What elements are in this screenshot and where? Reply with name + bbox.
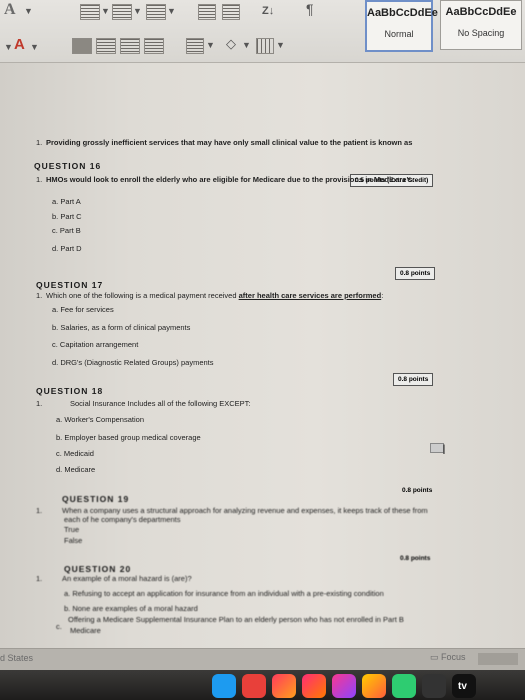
answer-option[interactable]: b. Salaries, as a form of clinical payme… (52, 323, 190, 332)
status-bar: d States ▭ Focus (0, 648, 525, 671)
answer-option[interactable]: c. Capitation arrangement (52, 340, 138, 349)
chevron-down-icon[interactable]: ▼ (30, 42, 39, 52)
borders-icon[interactable] (256, 38, 274, 54)
style-name: Normal (384, 29, 414, 39)
question-text: Providing grossly inefficient services t… (46, 138, 413, 147)
question-text: An example of a moral hazard is (are)? (62, 574, 192, 583)
shading-icon[interactable]: ◇ (226, 37, 236, 50)
item-number: 1. (36, 291, 43, 300)
bullets-icon[interactable] (80, 4, 100, 20)
question-heading: QUESTION 16 (34, 161, 102, 171)
answer-option[interactable]: Offering a Medicare Supplemental Insuran… (68, 615, 404, 624)
points-badge: 0.8 points (402, 487, 433, 494)
answer-option[interactable]: d. Medicare (56, 465, 95, 474)
app-icon[interactable] (212, 674, 236, 698)
question-text: When a company uses a structural approac… (62, 506, 428, 515)
app-icon[interactable] (422, 674, 446, 698)
chevron-down-icon[interactable]: ▼ (24, 6, 33, 16)
item-number: 1. (36, 138, 43, 147)
align-left-icon[interactable] (72, 38, 92, 54)
chevron-down-icon[interactable]: ▼ (133, 6, 142, 16)
app-icon[interactable] (272, 674, 296, 698)
font-color-icon[interactable]: A (14, 36, 25, 53)
numbering-icon[interactable] (112, 4, 132, 20)
answer-option-label: c. (56, 622, 62, 631)
app-icon[interactable] (332, 674, 356, 698)
sort-icon[interactable]: Z↓ (262, 5, 274, 17)
focus-button[interactable]: ▭ Focus (430, 652, 466, 663)
document-page[interactable]: 1. Providing grossly inefficient service… (0, 63, 525, 648)
app-icon[interactable] (242, 674, 266, 698)
answer-option[interactable]: a. Worker's Compensation (56, 415, 144, 424)
align-center-icon[interactable] (96, 38, 116, 54)
item-number: 1. (36, 175, 43, 184)
view-buttons[interactable] (478, 653, 518, 665)
answer-option[interactable]: a. Fee for services (52, 305, 114, 314)
points-badge: 0.8 points (400, 555, 431, 562)
question-text-line2: each of he company's departments (64, 515, 181, 524)
answer-option[interactable]: True (64, 525, 79, 534)
question-text: Social Insurance Includes all of the fol… (70, 399, 251, 408)
line-spacing-icon[interactable] (186, 38, 204, 54)
language-status[interactable]: d States (0, 653, 33, 663)
chevron-down-icon[interactable]: ▼ (4, 42, 13, 52)
points-badge: 0.8 points (393, 373, 434, 386)
question-text-emphasis: after health care services are performed (238, 291, 382, 300)
style-normal[interactable]: AaBbCcDdEe Normal (365, 0, 438, 52)
answer-option[interactable]: False (64, 536, 82, 545)
focus-icon: ▭ (430, 652, 439, 662)
question-text: Which one of the following is a medical … (46, 291, 383, 300)
answer-option-line2: Medicare (70, 626, 101, 635)
answer-option[interactable]: b. None are examples of a moral hazard (64, 604, 198, 613)
pilcrow-icon[interactable]: ¶ (306, 2, 314, 16)
item-number: 1. (36, 574, 43, 583)
question-heading: QUESTION 20 (64, 564, 132, 574)
style-sample: AaBbCcDdEe (445, 6, 517, 18)
app-icon[interactable] (392, 674, 416, 698)
style-no-spacing[interactable]: AaBbCcDdEe No Spacing (440, 0, 522, 50)
focus-label: Focus (441, 652, 466, 662)
text-cursor-icon: I (442, 441, 446, 457)
answer-option[interactable]: c. Part B (52, 226, 81, 235)
chevron-down-icon[interactable]: ▼ (206, 40, 215, 50)
answer-option[interactable]: d. DRG's (Diagnostic Related Groups) pay… (52, 358, 214, 367)
dock: tv (0, 670, 525, 700)
answer-option[interactable]: b. Employer based group medical coverage (56, 433, 201, 442)
tv-label: tv (458, 681, 467, 692)
question-text: HMOs would look to enroll the elderly wh… (46, 175, 415, 184)
points-badge: 0.8 points (395, 267, 436, 280)
answer-option[interactable]: a. Part A (52, 197, 81, 206)
chevron-down-icon[interactable]: ▼ (101, 6, 110, 16)
app-icon[interactable] (302, 674, 326, 698)
question-heading: QUESTION 18 (36, 386, 104, 396)
multilevel-list-icon[interactable] (146, 4, 166, 20)
justify-icon[interactable] (144, 38, 164, 54)
question-heading: QUESTION 17 (36, 280, 104, 290)
text-effects-icon[interactable]: A (4, 1, 16, 19)
ribbon-toolbar: A ▼ ▼ A ▼ ▼ ▼ ▼ Z↓ ¶ ▼ ◇ ▼ ▼ AaBbCcDdEe … (0, 0, 525, 63)
answer-option[interactable]: c. Medicaid (56, 449, 94, 458)
style-name: No Spacing (457, 28, 505, 38)
answer-option[interactable]: a. Refusing to accept an application for… (64, 589, 384, 598)
answer-option[interactable]: b. Part C (52, 212, 82, 221)
chevron-down-icon[interactable]: ▼ (242, 40, 251, 50)
answer-option[interactable]: d. Part D (52, 244, 82, 253)
item-number: 1. (36, 506, 43, 515)
style-sample: AaBbCcDdEe (367, 7, 438, 19)
align-right-icon[interactable] (120, 38, 140, 54)
chevron-down-icon[interactable]: ▼ (276, 40, 285, 50)
increase-indent-icon[interactable] (222, 4, 240, 20)
app-icon[interactable] (362, 674, 386, 698)
decrease-indent-icon[interactable] (198, 4, 216, 20)
question-text-start: Which one of the following is a medical … (46, 291, 239, 300)
question-text-end: : (381, 291, 384, 300)
question-heading: QUESTION 19 (62, 494, 130, 504)
chevron-down-icon[interactable]: ▼ (167, 6, 176, 16)
item-number: 1. (36, 399, 43, 408)
